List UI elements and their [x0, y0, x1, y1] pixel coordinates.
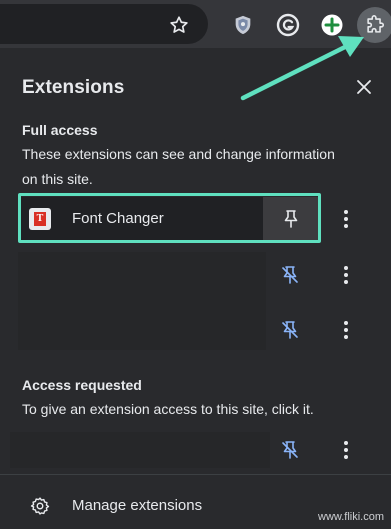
unpin-icon[interactable] — [278, 263, 302, 287]
plus-extension-icon[interactable] — [319, 12, 345, 38]
more-options-icon[interactable] — [336, 207, 356, 231]
more-options-icon[interactable] — [336, 318, 356, 342]
full-access-description-line1: These extensions can see and change info… — [22, 146, 335, 162]
close-button[interactable] — [352, 75, 376, 99]
extension-row-redacted[interactable] — [10, 432, 270, 468]
manage-extensions-label: Manage extensions — [72, 497, 203, 514]
full-access-heading: Full access — [22, 122, 98, 138]
access-requested-heading: Access requested — [22, 377, 142, 393]
puzzle-icon — [367, 15, 385, 33]
gear-icon — [28, 494, 52, 518]
more-options-icon[interactable] — [336, 263, 356, 287]
browser-toolbar — [0, 0, 391, 48]
star-icon[interactable] — [166, 12, 192, 38]
extension-row-redacted[interactable] — [18, 252, 266, 350]
more-options-icon[interactable] — [336, 438, 356, 462]
grammarly-icon[interactable] — [275, 12, 301, 38]
full-access-description-line2: on this site. — [22, 171, 93, 187]
unpin-icon[interactable] — [278, 318, 302, 342]
shield-extension-icon[interactable] — [230, 12, 256, 38]
browser-window: Extensions Full access These extensions … — [0, 0, 391, 529]
highlight-box — [18, 193, 321, 243]
extensions-puzzle-button[interactable] — [357, 7, 391, 43]
access-requested-description: To give an extension access to this site… — [22, 401, 314, 417]
watermark: www.fliki.com — [318, 511, 385, 523]
unpin-icon[interactable] — [278, 438, 302, 462]
full-access-description: These extensions can see and change info… — [22, 142, 367, 192]
panel-title: Extensions — [22, 77, 125, 98]
divider — [0, 474, 391, 475]
close-icon — [357, 80, 371, 94]
